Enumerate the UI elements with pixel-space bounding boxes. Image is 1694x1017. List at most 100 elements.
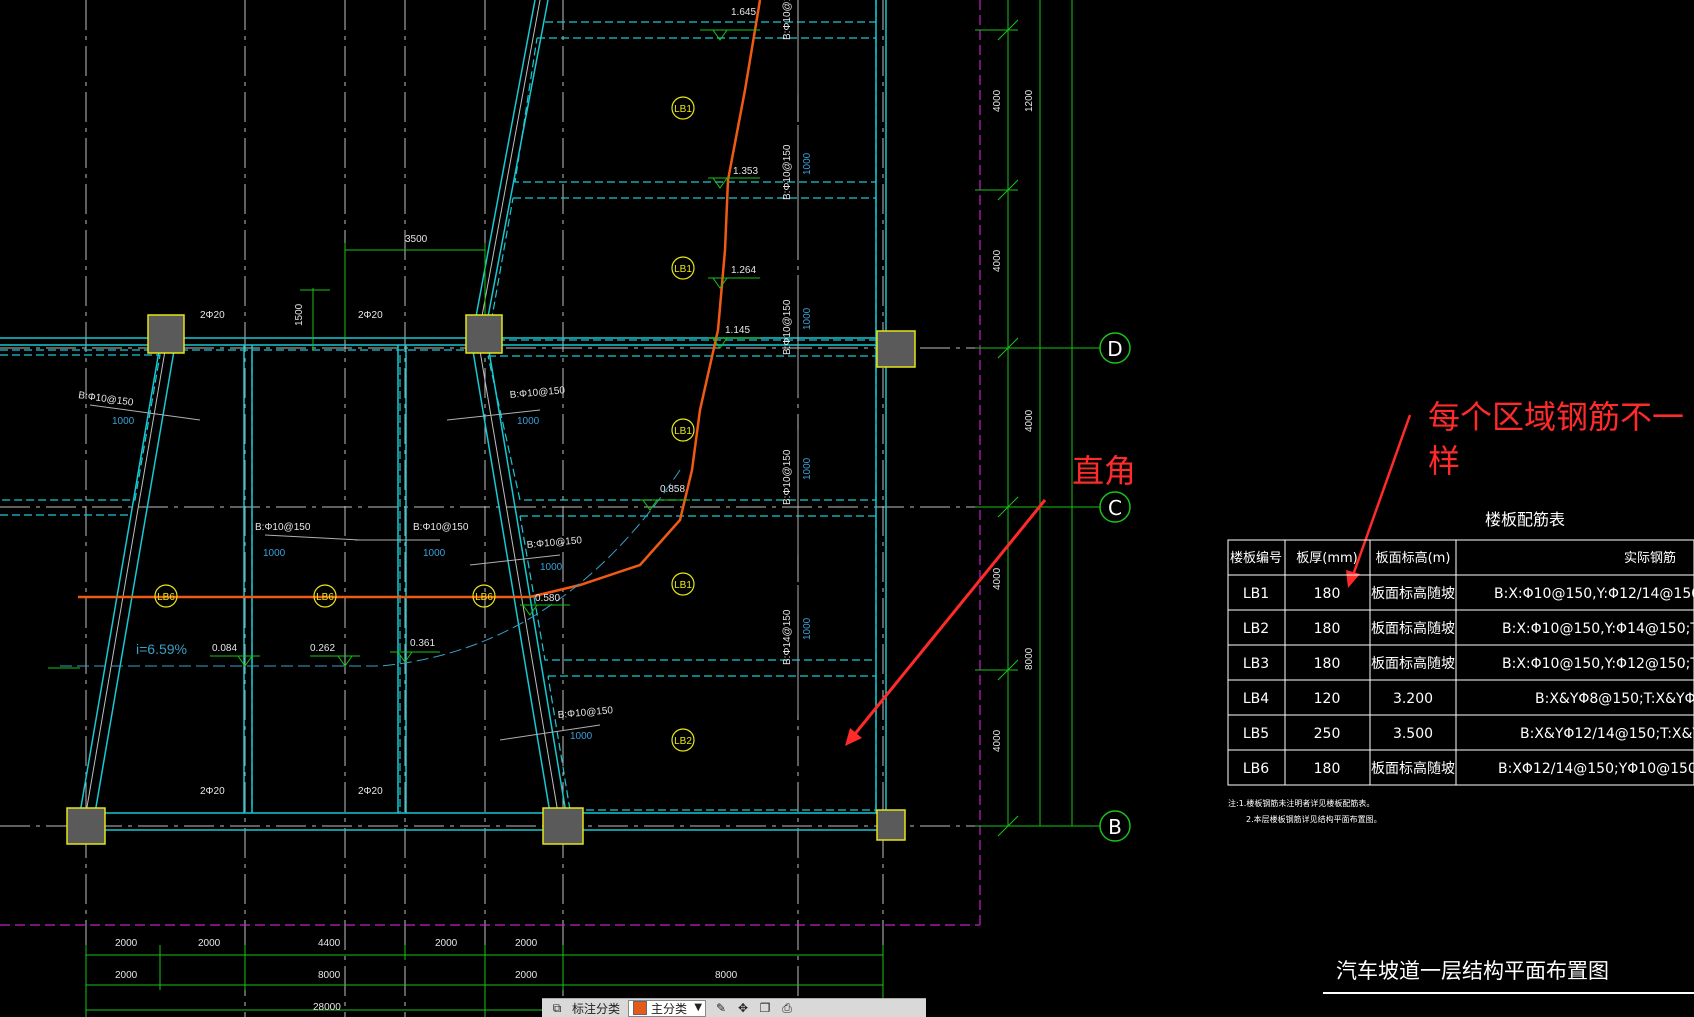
slab-tag-lb6-b: LB6 [316,592,334,603]
elev-0580: 0.580 [535,593,560,604]
dim-bottom-2000: 2000 [115,970,138,981]
table-cell: B:X:Φ10@150,Y:Φ12/14@150;T:X&Y [1494,586,1694,602]
table-cell: LB4 [1243,691,1269,707]
rebar-spacing: 1000 [423,548,446,559]
dim-1500: 1500 [294,303,305,326]
dim-right-4000-b: 4000 [992,249,1003,272]
rebar-spacing-vert: 1000 [802,617,813,640]
annotation-toolbar: ⧉ 标注分类 主分类 ▼ ✎ ✥ ❐ ⎙ [542,998,926,1017]
rebar-spacing: 1000 [517,416,540,427]
dim-right-4000-a: 4000 [992,89,1003,112]
rebar-label-vert: B:Φ10@150 [782,0,793,40]
dim-bottom-2000: 2000 [515,938,538,949]
table-cell: 180 [1314,761,1341,777]
dim-right-4000-d: 4000 [992,567,1003,590]
column [876,809,906,841]
table-cell: LB5 [1243,726,1269,742]
table-cell: 板面标高随坡 [1371,620,1455,637]
table-cell: 250 [1314,726,1341,742]
table-cell: 3.500 [1393,726,1433,742]
beam-bars: 2Φ20 [200,786,225,797]
slab-tag-lb2: LB2 [674,736,692,747]
beam-bars: 2Φ20 [358,310,383,321]
elev-1145: 1.145 [725,325,750,336]
category-dropdown[interactable]: 主分类 ▼ [628,999,707,1017]
table-cell: B:XΦ12/14@150;YΦ10@150;T:X&Y [1498,761,1694,777]
column [465,314,503,354]
rebar-label: B:Φ10@150 [413,522,469,533]
elev-0361: 0.361 [410,638,435,649]
axis-label-d: D [1107,337,1122,361]
color-swatch-icon [633,1001,648,1015]
chevron-down-icon: ▼ [694,1001,703,1013]
elev-1264: 1.264 [731,265,756,276]
table-header: 实际钢筋 [1624,550,1676,566]
dim-right-4000-e: 4000 [992,729,1003,752]
copy-icon[interactable]: ❐ [758,1001,772,1015]
rebar-label-vert: B:Φ10@150 [782,144,793,200]
table-cell: LB2 [1243,621,1269,637]
table-cell: 120 [1314,691,1341,707]
axis-label-c: C [1108,496,1122,520]
beams [0,0,905,831]
axis-bubbles: D C B [1099,332,1131,842]
right-dimension-texts: 4000 1200 4000 4000 4000 8000 4000 [992,89,1035,752]
slab-tag-lb1-c: LB1 [674,426,692,437]
slab-tag-lb6-a: LB6 [157,592,175,603]
table-note-1: 注:1.楼板钢筋未注明者详见楼板配筋表。 [1228,798,1374,808]
dim-bottom-4400: 4400 [318,938,341,949]
dim-right-8000: 8000 [1024,647,1035,670]
elev-1353: 1.353 [733,166,758,177]
rebar-label: B:Φ10@150 [509,385,566,401]
rebar-spacing: 1000 [112,416,135,427]
cad-drawing-canvas[interactable]: 4000 1200 4000 4000 4000 8000 4000 D C B… [0,0,1694,1017]
dim-bottom-2000: 2000 [435,938,458,949]
table-cell: 3.200 [1393,691,1433,707]
title-block: 汽车坡道一层结构平面布置图 [1323,959,1694,994]
table-header: 板厚(mm) [1296,551,1357,566]
rebar-label: B:Φ10@150 [526,535,583,551]
slab-tag-lb1-b: LB1 [674,264,692,275]
dim-right-1200: 1200 [1024,89,1035,112]
table-cell: LB6 [1243,761,1269,777]
annotation-right-angle: 直角 [1072,452,1136,490]
slab-tag-lb1-a: LB1 [674,104,692,115]
dim-right-4000-c: 4000 [1024,409,1035,432]
print-icon[interactable]: ⎙ [780,1001,794,1015]
rebar-spacing: 1000 [540,562,563,573]
rebar-spacing-vert: 1000 [802,152,813,175]
rebar-label-vert: B:Φ10@150 [782,449,793,505]
table-cell: 板面标高随坡 [1371,585,1455,602]
annotation-different-rebar-2: 样 [1428,442,1460,480]
rebar-label: B:Φ10@150 [255,522,311,533]
toolbar-label: 标注分类 [572,1001,621,1016]
table-cell: LB1 [1243,586,1269,602]
rebar-spacing-vert: 1000 [802,307,813,330]
table-cell: 板面标高随坡 [1371,655,1455,672]
rebar-label-vert: B:Φ14@150 [782,609,793,665]
table-rows: LB1 180 板面标高随坡 B:X:Φ10@150,Y:Φ12/14@150;… [1243,585,1694,777]
axis-label-b: B [1108,815,1122,839]
table-cell: LB3 [1243,656,1269,672]
group-icon[interactable]: ⧉ [550,1001,564,1015]
dim-3500: 3500 [405,234,428,245]
move-icon[interactable]: ✥ [736,1001,750,1015]
column [542,807,584,845]
table-cell: 180 [1314,656,1341,672]
column [66,807,106,845]
slab-table-title: 楼板配筋表 [1485,510,1565,529]
slab-tag-texts: LB1 LB1 LB1 LB1 LB2 LB6 LB6 LB6 [157,104,692,747]
rebar-spacing-vert: 1000 [802,457,813,480]
table-note-2: 2.本层楼板钢筋详见结构平面布置图。 [1246,814,1382,824]
beam-centerlines [85,0,559,814]
right-dimension-chain [975,0,1100,837]
table-cell: B:X&YΦ8@150;T:X&YΦ8 [1535,691,1694,707]
drawing-title: 汽车坡道一层结构平面布置图 [1336,959,1609,983]
elev-0858: 0.858 [660,484,685,495]
annotation-different-rebar-1: 每个区域钢筋不一 [1428,398,1684,436]
table-cell: 180 [1314,586,1341,602]
slab-tag-lb1-d: LB1 [674,580,692,591]
axis-grid-lines [0,0,1100,1017]
pencil-icon[interactable]: ✎ [714,1001,728,1015]
elev-1645: 1.645 [731,7,756,18]
